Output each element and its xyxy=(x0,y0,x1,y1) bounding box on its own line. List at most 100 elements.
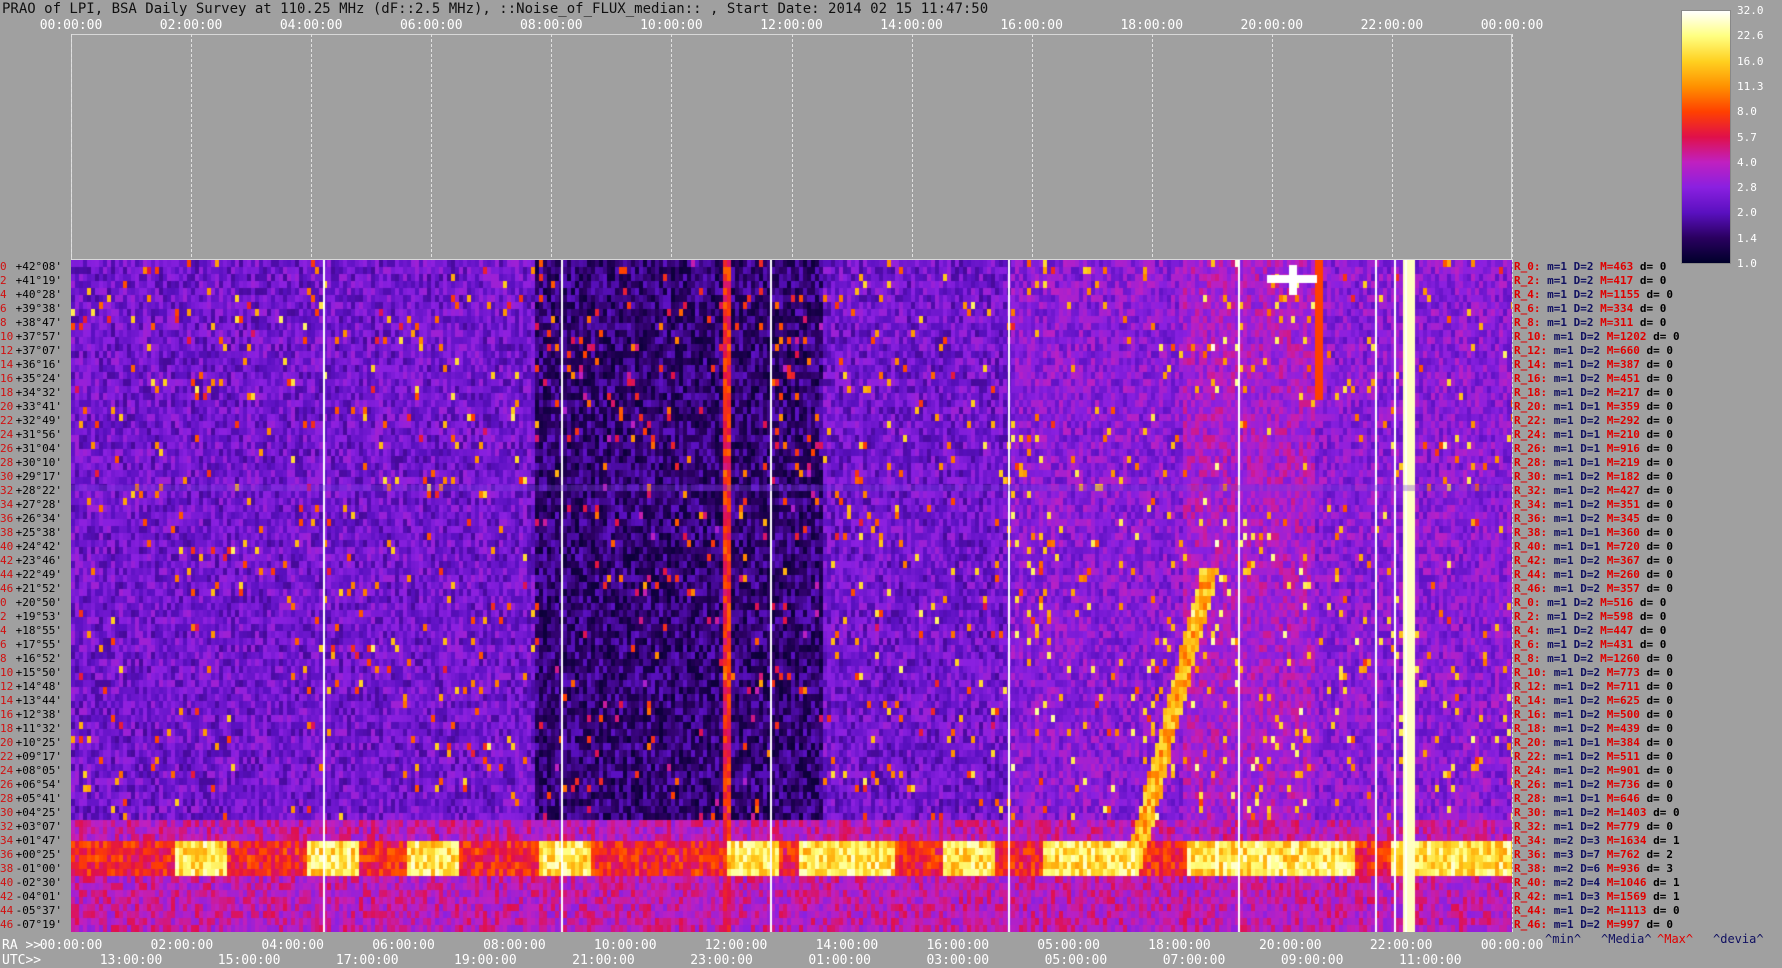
row-stat-dv: d= 0 xyxy=(1646,526,1674,539)
row-stat-mx: M=427 xyxy=(1606,484,1640,497)
top-axis-tick: 22:00:00 xyxy=(1360,18,1424,33)
row-index: 18 xyxy=(0,722,14,735)
declination-value: +25°38' xyxy=(9,526,62,539)
utc-axis-tick: 03:00:00 xyxy=(926,953,990,968)
declination-value: +34°32' xyxy=(9,386,62,399)
row-index: 4 xyxy=(0,624,7,637)
row-stat: R_4: m=1 D=2 M=447 d= 0 xyxy=(1514,625,1666,636)
row-stat-dv: d= 0 xyxy=(1639,302,1667,315)
row-stat-r: R_28: xyxy=(1514,456,1548,469)
declination-row-label: 2 +41°19' xyxy=(0,275,62,286)
declination-row-label: 20 +10°25' xyxy=(0,737,62,748)
row-stat-d: D=2 xyxy=(1580,512,1601,525)
row-stat-mx: M=736 xyxy=(1606,778,1640,791)
row-stat-r: R_46: xyxy=(1514,918,1548,931)
color-scale-tick: 5.7 xyxy=(1737,130,1757,144)
row-stat: R_36: m=1 D=2 M=345 d= 0 xyxy=(1514,513,1673,524)
row-stat-r: R_10: xyxy=(1514,330,1548,343)
row-stat-dv: d= 3 xyxy=(1646,862,1674,875)
row-stat-r: R_16: xyxy=(1514,372,1548,385)
declination-value: +35°24' xyxy=(9,372,62,385)
utc-axis-prefix: UTC>> xyxy=(2,953,42,968)
color-scale-tick: 2.8 xyxy=(1737,181,1757,195)
declination-row-label: 14 +13°44' xyxy=(0,695,62,706)
declination-row-label: 40 -02°30' xyxy=(0,877,62,888)
row-index: 16 xyxy=(0,708,14,721)
row-stat-r: R_2: xyxy=(1514,274,1541,287)
row-stat-mx: M=625 xyxy=(1606,694,1640,707)
row-stat-dv: d= 0 xyxy=(1653,904,1680,917)
declination-value: -07°19' xyxy=(9,918,62,931)
declination-row-label: 22 +32°49' xyxy=(0,415,62,426)
declination-row-label: 12 +14°48' xyxy=(0,681,62,692)
ra-axis-tick: 20:00:00 xyxy=(1258,938,1322,953)
top-axis-tick: 00:00:00 xyxy=(1480,18,1544,33)
row-stat-mx: M=387 xyxy=(1606,358,1640,371)
row-stat-dv: d= 0 xyxy=(1639,274,1667,287)
row-stat: R_22: m=1 D=2 M=511 d= 0 xyxy=(1514,751,1673,762)
row-stat: R_46: m=1 D=2 M=357 d= 0 xyxy=(1514,583,1673,594)
ra-axis-tick: 05:00:00 xyxy=(1037,938,1100,953)
row-stat-m: m=1 xyxy=(1553,820,1574,833)
declination-row-label: 10 +15°50' xyxy=(0,667,62,678)
declination-row-label: 8 +16°52' xyxy=(0,653,62,664)
row-stat-m: m=1 xyxy=(1547,274,1567,287)
row-stat-dv: d= 0 xyxy=(1646,400,1674,413)
row-stat-mx: M=447 xyxy=(1600,624,1634,637)
ra-axis-tick: 16:00:00 xyxy=(926,938,990,953)
top-axis-tick: 06:00:00 xyxy=(399,18,463,33)
color-scale-tick: 16.0 xyxy=(1737,54,1764,68)
row-stat-r: R_0: xyxy=(1514,260,1541,273)
row-stat-dv: d= 0 xyxy=(1646,750,1674,763)
color-scale-tick: 11.3 xyxy=(1737,79,1764,93)
row-stat-d: D=2 xyxy=(1573,260,1594,273)
declination-row-label: 42 -04°01' xyxy=(0,891,62,902)
row-stat-dv: d= 1 xyxy=(1653,834,1680,847)
row-stat-m: m=2 xyxy=(1553,876,1574,889)
ra-axis-tick: 12:00:00 xyxy=(704,938,768,953)
row-stat-mx: M=217 xyxy=(1606,386,1640,399)
row-stat-d: D=2 xyxy=(1573,302,1594,315)
row-stat-m: m=2 xyxy=(1553,862,1574,875)
row-stat-r: R_20: xyxy=(1514,736,1548,749)
row-stat-d: D=2 xyxy=(1580,722,1601,735)
declination-row-label: 16 +12°38' xyxy=(0,709,62,720)
declination-value: +15°50' xyxy=(9,666,62,679)
row-stat: R_46: m=1 D=2 M=997 d= 0 xyxy=(1514,919,1673,930)
flux-heatmap[interactable] xyxy=(71,260,1512,932)
row-stat-mx: M=1260 xyxy=(1600,652,1640,665)
row-stat-dv: d= 0 xyxy=(1646,358,1674,371)
declination-value: +33°41' xyxy=(9,400,62,413)
row-stat-dv: d= 0 xyxy=(1646,456,1674,469)
ra-axis-tick: 00:00:00 xyxy=(39,938,103,953)
row-stat-dv: d= 0 xyxy=(1646,694,1674,707)
utc-axis-tick: 17:00:00 xyxy=(335,953,399,968)
declination-value: +32°49' xyxy=(9,414,62,427)
row-stat-d: D=1 xyxy=(1580,792,1601,805)
row-stat-d: D=2 xyxy=(1580,764,1601,777)
row-stat-r: R_6: xyxy=(1514,638,1541,651)
row-index: 26 xyxy=(0,778,14,791)
row-index: 38 xyxy=(0,526,14,539)
declination-row-label: 46 -07°19' xyxy=(0,919,62,930)
row-stat-r: R_44: xyxy=(1514,568,1548,581)
row-stat-r: R_36: xyxy=(1514,848,1548,861)
row-stat-d: D=3 xyxy=(1580,834,1601,847)
row-stat-mx: M=1155 xyxy=(1600,288,1640,301)
row-stat-dv: d= 0 xyxy=(1646,680,1674,693)
row-stat-r: R_32: xyxy=(1514,820,1548,833)
utc-axis-tick: 21:00:00 xyxy=(572,953,635,968)
row-stat-mx: M=357 xyxy=(1606,582,1640,595)
color-scale-tick: 22.6 xyxy=(1737,29,1764,43)
color-scale-tick: 2.0 xyxy=(1737,206,1757,220)
declination-row-label: 18 +11°32' xyxy=(0,723,62,734)
row-stat: R_20: m=1 D=1 M=359 d= 0 xyxy=(1514,401,1673,412)
row-stat-dv: d= 0 xyxy=(1646,344,1674,357)
declination-value: +11°32' xyxy=(9,722,62,735)
top-axis-tick: 08:00:00 xyxy=(520,18,583,33)
row-stat: R_6: m=1 D=2 M=334 d= 0 xyxy=(1514,303,1666,314)
row-stat: R_12: m=1 D=2 M=711 d= 0 xyxy=(1514,681,1673,692)
declination-row-label: 30 +29°17' xyxy=(0,471,62,482)
row-stat-m: m=1 xyxy=(1547,596,1567,609)
row-stat-d: D=2 xyxy=(1580,498,1601,511)
